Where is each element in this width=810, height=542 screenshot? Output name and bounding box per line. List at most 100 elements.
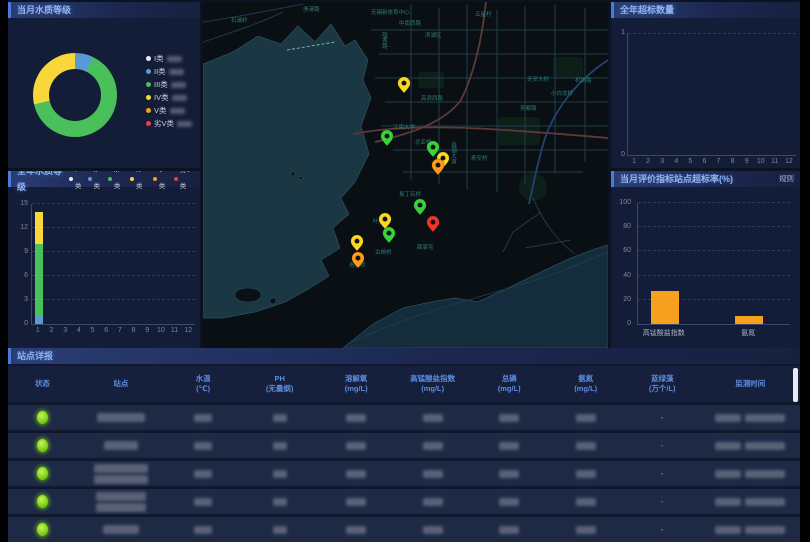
value-redacted <box>576 470 596 478</box>
col-header-8: 氨氮(mg/L) <box>547 374 624 394</box>
cell-time <box>700 414 799 422</box>
x-tick-label: 7 <box>711 158 725 165</box>
time-clock-redacted <box>745 414 785 422</box>
value-redacted <box>194 442 212 450</box>
value-redacted <box>576 414 596 422</box>
time-redacted <box>715 442 785 450</box>
annual-grade-x-axis: 123456789101112 <box>31 327 195 334</box>
legend-dot <box>130 177 134 181</box>
cell-algae: - <box>624 497 701 506</box>
time-clock-redacted <box>745 498 785 506</box>
table-row[interactable]: - <box>8 433 800 458</box>
cell-value <box>547 498 624 506</box>
value-redacted <box>423 470 443 478</box>
cell-value <box>318 442 395 450</box>
station-table-column-headers: 状态站点水温(℃)PH(无量纲)溶解氧(mg/L)高锰酸盐指数(mg/L)总磷(… <box>8 366 800 402</box>
map-label: 天安大桥 <box>527 75 550 83</box>
col-header-line1: 溶解氧 <box>345 374 368 384</box>
panel-monthly-rate: 当月评价指标站点超标率(%) 规则 020406080100 高锰酸盐指数氨氮 <box>611 171 800 348</box>
gridline <box>628 33 796 34</box>
cell-value <box>394 442 471 450</box>
x-tick-label: 5 <box>683 158 697 165</box>
map-label: 中南西路 <box>399 19 422 27</box>
cell-station <box>77 464 165 484</box>
x-tick-label: 4 <box>669 158 683 165</box>
annual-grade-legend: I类II类III类IV类V类劣V类 <box>69 171 196 195</box>
dashboard: 当月水质等级 I类II类III类IV类V类劣V类 全年水质等级 I类II类III… <box>8 0 800 520</box>
water-grade-donut-chart[interactable] <box>33 53 117 137</box>
legend-value-redacted <box>170 108 185 114</box>
col-header-2: 站点 <box>77 379 165 389</box>
legend-item: 劣V类 <box>146 117 192 130</box>
time-clock-redacted <box>745 442 785 450</box>
y-tick-label: 0 <box>613 320 631 327</box>
rate-bar-2[interactable] <box>735 316 763 324</box>
rate-bar-label: 氨氮 <box>741 328 755 338</box>
cell-value <box>165 526 242 534</box>
legend-dot <box>69 177 73 181</box>
cell-value <box>471 498 548 506</box>
x-tick-label: 3 <box>655 158 669 165</box>
value-redacted <box>194 498 212 506</box>
col-header-line1: 总磷 <box>502 374 517 384</box>
panel-annual-exceed-header: 全年超标数量 <box>611 2 800 18</box>
legend-dot <box>174 177 178 181</box>
cell-value <box>471 470 548 478</box>
col-header-line2: (mg/L) <box>421 384 444 394</box>
y-tick-label: 6 <box>10 272 28 279</box>
x-tick-label: 1 <box>31 327 45 334</box>
legend-label: IV类 <box>154 92 169 103</box>
rate-rule-link[interactable]: 规则 <box>779 171 794 187</box>
legend-item: II类 <box>88 171 103 195</box>
y-tick-label: 12 <box>10 224 28 231</box>
x-tick-label: 10 <box>154 327 168 334</box>
station-name-redacted <box>103 525 139 534</box>
cell-algae: - <box>624 525 701 534</box>
table-row[interactable]: - <box>8 461 800 486</box>
cell-station <box>77 525 165 534</box>
legend-label: V类 <box>154 105 167 116</box>
x-tick-label: 10 <box>754 158 768 165</box>
legend-dot <box>146 69 151 74</box>
gridline <box>32 251 195 252</box>
station-table-title: 站点详报 <box>17 348 53 364</box>
rate-bar-1[interactable] <box>651 291 679 324</box>
time-date-redacted <box>715 442 741 450</box>
table-row[interactable]: - <box>8 489 800 514</box>
x-tick-label: 3 <box>58 327 72 334</box>
table-row[interactable]: - <box>8 517 800 542</box>
table-row[interactable]: - <box>8 405 800 430</box>
legend-item: I类 <box>146 52 192 65</box>
bar-segment-II类 <box>35 316 43 324</box>
map-label: 石浦岭 <box>231 16 248 24</box>
map-label: 无锡新体育中心 <box>371 8 410 16</box>
legend-dot <box>146 121 151 126</box>
cell-value <box>318 414 395 422</box>
col-header-3: 水温(℃) <box>165 374 242 394</box>
panel-monthly-grade-header: 当月水质等级 <box>8 2 200 18</box>
station-map[interactable]: 石浦岭渔港路无锡新体育中心中南西路隐秀路五星村滨湖区高浪西路天安大桥机场路小白龙… <box>203 2 608 348</box>
cell-value <box>547 442 624 450</box>
y-tick-label: 9 <box>10 248 28 255</box>
cell-value <box>547 414 624 422</box>
col-header-4: PH(无量纲) <box>241 374 318 394</box>
x-tick-label: 11 <box>768 158 782 165</box>
algae-value: - <box>661 413 664 422</box>
cell-station <box>77 441 165 450</box>
value-redacted <box>273 442 287 450</box>
annual-exceed-plot[interactable] <box>627 33 796 156</box>
station-table-body: - - - - - <box>8 405 800 542</box>
annual-grade-plot[interactable] <box>31 204 195 325</box>
col-header-line1: 水温 <box>196 374 211 384</box>
monthly-rate-plot[interactable] <box>637 203 790 325</box>
cell-time <box>700 498 799 506</box>
table-scrollbar[interactable] <box>793 368 798 402</box>
value-redacted <box>194 526 212 534</box>
col-header-line1: 氨氮 <box>578 374 593 384</box>
x-tick-label: 9 <box>740 158 754 165</box>
panel-station-table: 站点详报 状态站点水温(℃)PH(无量纲)溶解氧(mg/L)高锰酸盐指数(mg/… <box>8 348 800 520</box>
status-dot-normal <box>36 410 49 425</box>
y-tick-label: 100 <box>613 199 631 206</box>
month1-stacked-bar[interactable] <box>35 212 43 324</box>
gridline <box>638 202 790 203</box>
